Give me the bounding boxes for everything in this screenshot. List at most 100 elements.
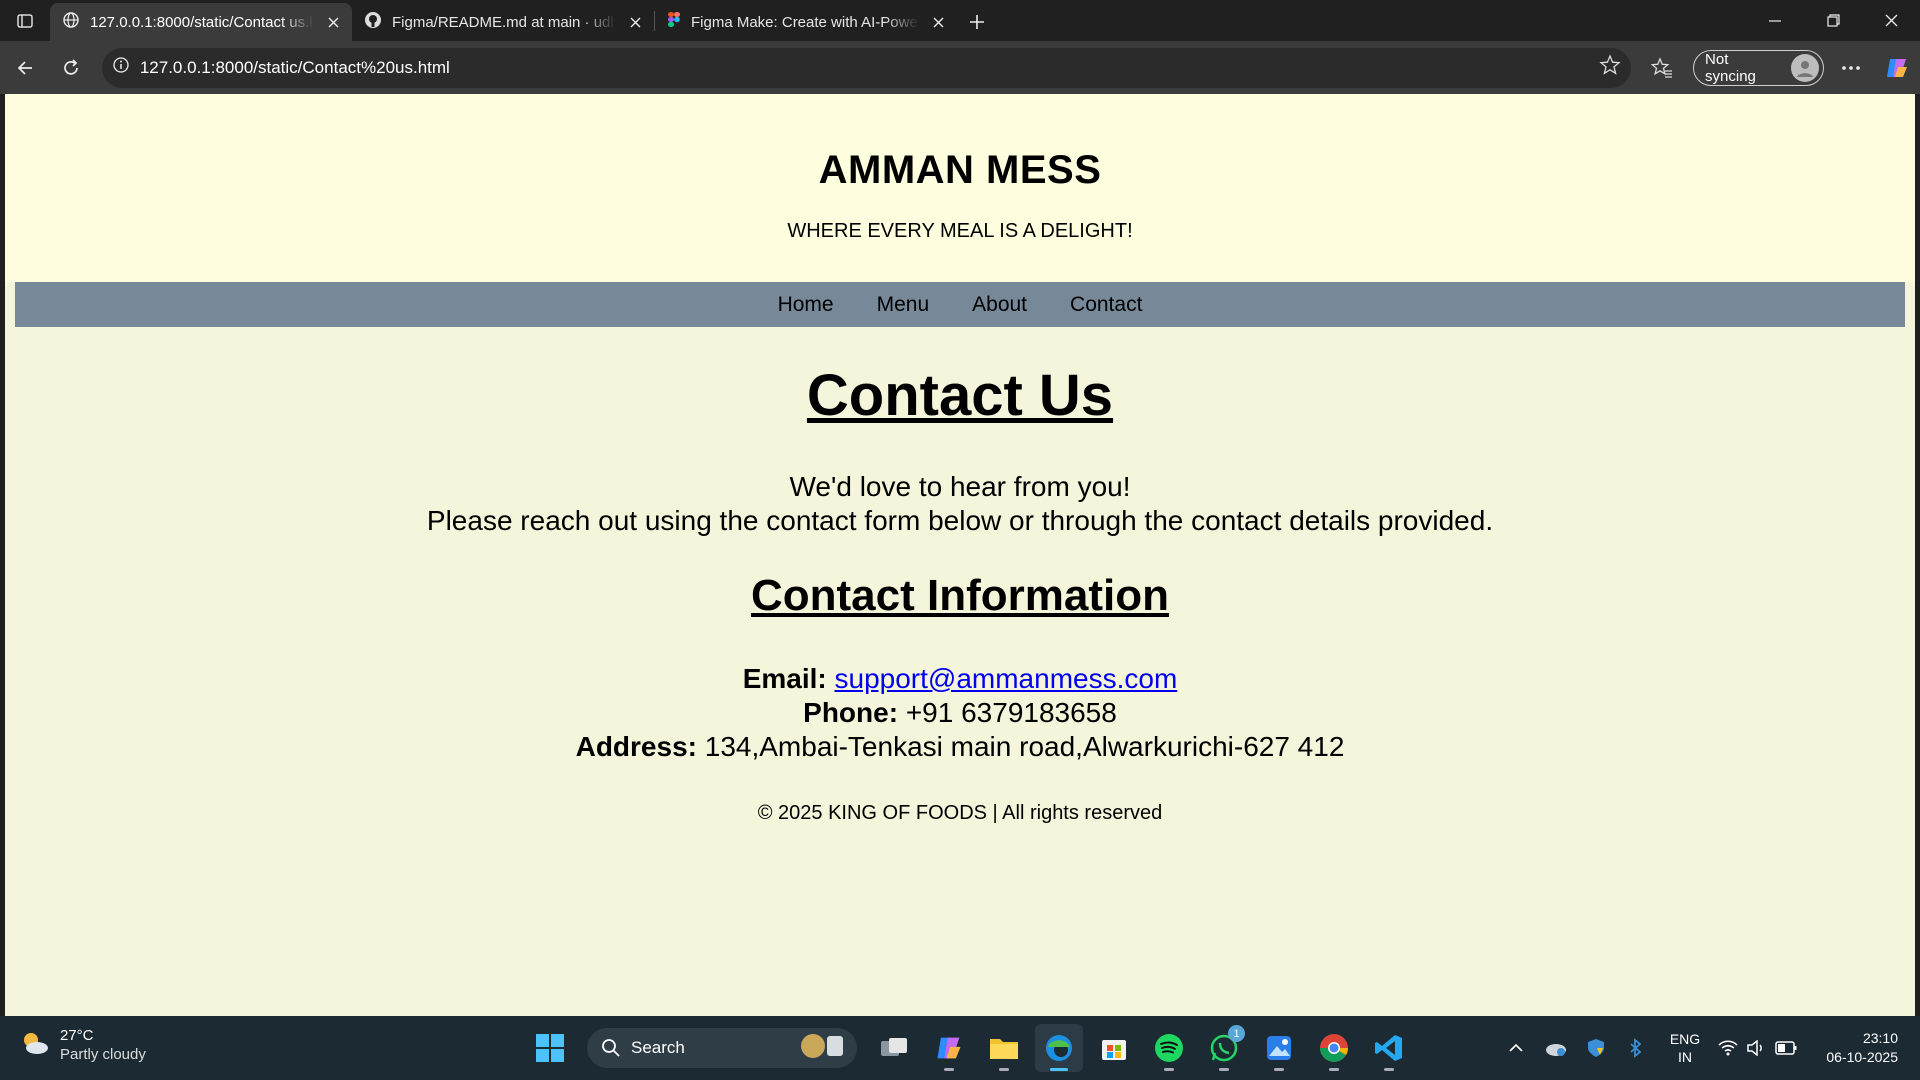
profile-button[interactable]: Not syncing xyxy=(1693,49,1825,86)
taskbar-spotify[interactable] xyxy=(1145,1024,1193,1072)
address-bar[interactable]: 127.0.0.1:8000/static/Contact%20us.html xyxy=(101,47,1632,88)
tab-actions-icon[interactable] xyxy=(0,0,50,41)
taskbar-store[interactable] xyxy=(1090,1024,1138,1072)
favorites-button[interactable] xyxy=(1639,48,1685,88)
minimize-button[interactable] xyxy=(1746,0,1804,41)
taskbar-chrome[interactable] xyxy=(1310,1024,1358,1072)
nav-link-about[interactable]: About xyxy=(972,293,1027,317)
page-footer: © 2025 KING OF FOODS | All rights reserv… xyxy=(757,802,1163,824)
site-info-icon[interactable] xyxy=(112,56,130,79)
search-label: Search xyxy=(631,1038,685,1057)
taskbar-photos[interactable] xyxy=(1255,1024,1303,1072)
tab-title: 127.0.0.1:8000/static/Contact us.h xyxy=(90,13,314,31)
favorite-star-icon[interactable] xyxy=(1599,54,1621,81)
site-header: AMMAN MESS WHERE EVERY MEAL IS A DELIGHT… xyxy=(5,94,1915,282)
store-icon xyxy=(1102,1040,1126,1060)
contact-info: Email: support@ammanmess.com Phone: +91 … xyxy=(5,662,1915,764)
new-tab-button[interactable] xyxy=(957,3,997,41)
browser-tab-bar: 127.0.0.1:8000/static/Contact us.h Figma… xyxy=(0,0,1920,41)
email-link[interactable]: support@ammanmess.com xyxy=(835,663,1178,694)
photos-icon xyxy=(1267,1036,1291,1060)
restore-button[interactable] xyxy=(1804,0,1862,41)
phone-value: +91 6379183658 xyxy=(905,697,1117,728)
task-view-button[interactable] xyxy=(870,1024,918,1072)
nav-link-home[interactable]: Home xyxy=(778,293,834,317)
volume-icon[interactable] xyxy=(1742,1028,1770,1068)
weather-widget[interactable]: 27°C Partly cloudy xyxy=(20,1026,146,1064)
task-view-icon xyxy=(881,1038,907,1056)
nav-link-contact[interactable]: Contact xyxy=(1070,293,1142,317)
avatar-icon xyxy=(1791,53,1820,82)
site-tagline: WHERE EVERY MEAL IS A DELIGHT! xyxy=(787,220,1133,242)
clock-date: 06-10-2025 xyxy=(1826,1049,1898,1065)
tab-contact-us[interactable]: 127.0.0.1:8000/static/Contact us.h xyxy=(50,3,352,41)
language-indicator[interactable]: ENG IN xyxy=(1660,1030,1710,1066)
intro-text: We'd love to hear from you! Please reach… xyxy=(5,470,1915,538)
start-button[interactable] xyxy=(526,1024,574,1072)
taskbar-apps: Search 1 xyxy=(526,1024,1413,1072)
taskbar-edge[interactable] xyxy=(1035,1024,1083,1072)
ellipsis-icon xyxy=(1842,65,1860,70)
running-indicator xyxy=(1164,1068,1174,1071)
running-indicator xyxy=(999,1068,1009,1071)
onedrive-icon[interactable] xyxy=(1536,1028,1576,1068)
show-hidden-icons-button[interactable] xyxy=(1496,1028,1536,1068)
weather-temp: 27°C xyxy=(60,1027,94,1044)
url-text: 127.0.0.1:8000/static/Contact%20us.html xyxy=(139,57,450,77)
address-value: 134,Ambai-Tenkasi main road,Alwarkurichi… xyxy=(704,731,1345,762)
intro-line-1: We'd love to hear from you! xyxy=(789,471,1131,502)
tab-figma-make[interactable]: Figma Make: Create with AI-Powe xyxy=(655,3,957,41)
github-icon xyxy=(364,11,382,33)
page-title: Contact Us xyxy=(806,363,1114,428)
notification-badge: 1 xyxy=(1228,1025,1245,1042)
taskbar-clock[interactable]: 23:10 06-10-2025 xyxy=(1808,1029,1898,1067)
vscode-icon xyxy=(1375,1035,1402,1061)
email-label: Email: xyxy=(742,663,827,694)
arrow-left-icon xyxy=(17,60,32,75)
taskbar-file-explorer[interactable] xyxy=(980,1024,1028,1072)
more-options-button[interactable] xyxy=(1828,48,1874,88)
clock-time: 23:10 xyxy=(1862,1030,1898,1046)
taskbar-search[interactable]: Search xyxy=(587,1028,857,1068)
back-button[interactable] xyxy=(2,48,48,88)
running-indicator xyxy=(1274,1068,1284,1071)
close-tab-icon[interactable] xyxy=(324,13,342,31)
address-row: Address: 134,Ambai-Tenkasi main road,Alw… xyxy=(5,730,1915,764)
system-tray: ENG IN 23:10 06-10-2025 xyxy=(1496,1016,1920,1080)
security-icon[interactable] xyxy=(1576,1028,1616,1068)
search-highlight-icon xyxy=(797,1031,849,1066)
taskbar-vscode[interactable] xyxy=(1365,1024,1413,1072)
figma-icon xyxy=(667,11,681,33)
refresh-button[interactable] xyxy=(48,48,94,88)
windows-icon xyxy=(536,1034,564,1062)
running-indicator xyxy=(1219,1068,1229,1071)
close-tab-icon[interactable] xyxy=(929,13,947,31)
running-indicator xyxy=(1329,1068,1339,1071)
globe-icon xyxy=(62,11,80,33)
tab-github-readme[interactable]: Figma/README.md at main · udh xyxy=(352,3,654,41)
taskbar-whatsapp[interactable]: 1 xyxy=(1200,1024,1248,1072)
close-tab-icon[interactable] xyxy=(626,13,644,31)
tab-title: Figma Make: Create with AI-Powe xyxy=(691,13,918,31)
weather-text: 27°C Partly cloudy xyxy=(60,1026,146,1064)
copilot-button[interactable] xyxy=(1874,48,1920,88)
battery-icon[interactable] xyxy=(1770,1028,1802,1068)
contact-info-heading: Contact Information xyxy=(751,571,1169,620)
bluetooth-icon[interactable] xyxy=(1616,1028,1656,1068)
close-window-button[interactable] xyxy=(1862,0,1920,41)
chevron-up-icon xyxy=(1509,1043,1523,1052)
refresh-icon xyxy=(64,58,78,75)
windows-taskbar: 27°C Partly cloudy Search 1 ENG IN 23:10… xyxy=(0,1016,1920,1080)
copilot-icon xyxy=(1887,58,1908,77)
main-content: Contact Us We'd love to hear from you! P… xyxy=(5,367,1915,825)
browser-toolbar: 127.0.0.1:8000/static/Contact%20us.html … xyxy=(0,41,1920,94)
running-indicator xyxy=(944,1068,954,1071)
taskbar-copilot[interactable] xyxy=(925,1024,973,1072)
weather-condition: Partly cloudy xyxy=(60,1046,146,1063)
nav-link-menu[interactable]: Menu xyxy=(877,293,930,317)
search-icon xyxy=(602,1039,620,1057)
tab-title: Figma/README.md at main · udh xyxy=(392,13,616,31)
edge-icon xyxy=(1046,1035,1072,1061)
wifi-icon[interactable] xyxy=(1714,1028,1742,1068)
lang-line-1: ENG xyxy=(1669,1031,1701,1047)
